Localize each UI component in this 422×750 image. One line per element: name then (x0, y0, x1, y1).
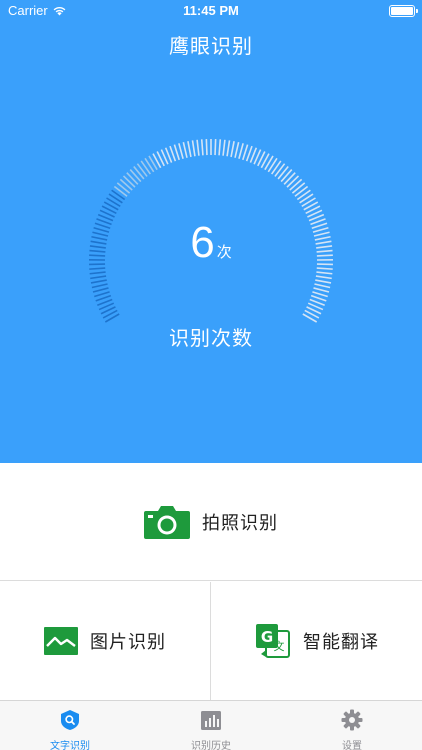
tab-recognition-history[interactable]: 识别历史 (141, 701, 281, 750)
gauge-caption: 识别次数 (169, 326, 253, 350)
gauge-tick (89, 271, 106, 275)
gauge-tick (200, 139, 204, 156)
tab-label: 设置 (342, 741, 362, 750)
gauge-tick (187, 141, 192, 158)
gear-icon (341, 709, 363, 731)
gauge-tick (92, 287, 109, 293)
page-title: 鹰眼识别 (169, 34, 253, 58)
gauge-tick (136, 163, 148, 177)
gauge-tick (191, 140, 196, 157)
gauge-tick (274, 163, 286, 177)
tab-label: 识别历史 (191, 741, 231, 750)
header-panel: Carrier 11:45 PM 鹰眼识别 6次 识别次数 (0, 0, 422, 463)
gauge-tick (286, 175, 300, 188)
gauge-tick (122, 175, 136, 188)
gauge-tick (140, 160, 151, 175)
gauge-tick (113, 185, 128, 197)
smart-translate-button[interactable]: G 文 智能翻译 (212, 582, 422, 700)
svg-text:G: G (261, 628, 273, 646)
gauge-tick (289, 178, 303, 191)
image-icon (44, 627, 78, 655)
tab-label: 文字识别 (50, 741, 90, 750)
gauge-tick (315, 275, 332, 280)
gauge-tick (315, 279, 332, 284)
gauge-tick (234, 141, 240, 158)
count-unit: 次 (216, 243, 232, 261)
gauge-tick (271, 160, 282, 175)
app-screen: Carrier 11:45 PM 鹰眼识别 6次 识别次数 拍照识别 图片识别 … (0, 0, 422, 750)
gauge-tick (296, 189, 311, 201)
gauge-tick (119, 178, 133, 191)
recognition-count: 6次 (0, 218, 422, 268)
camera-recognition-button[interactable]: 拍照识别 (0, 463, 422, 581)
history-chart-icon (201, 711, 221, 730)
smart-translate-label: 智能翻译 (303, 632, 379, 653)
gauge-tick (316, 267, 333, 270)
gauge-tick (218, 139, 222, 156)
battery-icon (389, 5, 418, 17)
gauge-tick (291, 182, 306, 194)
gauge-tick (222, 139, 226, 156)
gauge-tick (111, 189, 126, 201)
text-recognition-icon (61, 710, 79, 730)
picture-recognition-button[interactable]: 图片识别 (0, 582, 211, 700)
gauge-tick (214, 139, 217, 156)
gauge-tick (238, 143, 244, 159)
gauge-tick (133, 166, 145, 180)
picture-recognition-label: 图片识别 (90, 632, 166, 653)
gauge-tick (91, 283, 108, 289)
svg-text:文: 文 (274, 639, 285, 653)
gauge-tick (129, 169, 142, 183)
gauge-tick (116, 182, 131, 194)
gauge-tick (205, 139, 208, 156)
gauge-tick (277, 166, 289, 180)
gauge-tick (89, 267, 106, 270)
gauge-tick (316, 271, 333, 275)
gauge-tick (196, 139, 200, 156)
gauge-tick (182, 141, 188, 158)
tab-text-recognition[interactable]: 文字识别 (0, 701, 140, 750)
gauge-tick (280, 169, 293, 183)
gauge-tick (242, 144, 249, 161)
tab-settings[interactable]: 设置 (282, 701, 422, 750)
gauge-tick (230, 141, 235, 158)
count-value: 6 (190, 218, 215, 267)
gauge-tick (90, 275, 107, 280)
tab-bar: 文字识别 识别历史 设置 (0, 700, 422, 750)
status-time: 11:45 PM (183, 3, 239, 18)
gauge-tick (294, 185, 309, 197)
gauge-tick (312, 291, 328, 298)
camera-recognition-label: 拍照识别 (202, 512, 278, 534)
gauge-tick (314, 283, 331, 289)
gauge-tick (94, 291, 110, 298)
gauge-tick (226, 140, 231, 157)
status-bar: Carrier 11:45 PM (0, 0, 422, 22)
gauge-tick (90, 279, 107, 284)
gauge-tick (283, 172, 296, 185)
gauge-tick (178, 143, 184, 159)
gauge-tick (173, 144, 180, 161)
camera-icon (144, 505, 190, 539)
gauge-tick (126, 172, 139, 185)
translate-icon: G 文 (256, 624, 290, 658)
gauge-tick (313, 287, 330, 293)
